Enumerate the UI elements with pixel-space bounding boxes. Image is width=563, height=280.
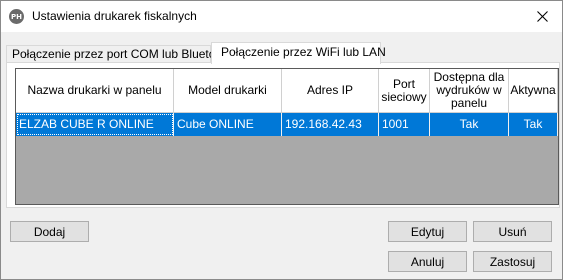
app-icon: PH [9,9,24,24]
column-header-ip[interactable]: Adres IP [282,69,379,113]
column-header-available[interactable]: Dostępna dla wydruków w panelu [430,69,509,113]
column-header-name[interactable]: Nazwa drukarki w panelu [16,69,174,113]
cancel-button[interactable]: Anuluj [388,251,467,272]
cell-name[interactable]: ELZAB CUBE R ONLINE [16,113,174,136]
close-icon [536,11,548,22]
settings-dialog: PH Ustawienia drukarek fiskalnych Połącz… [0,0,563,280]
cell-ip[interactable]: 192.168.42.43 [282,113,379,136]
cell-port[interactable]: 1001 [379,113,430,136]
tab-wifi-lan[interactable]: Połączenie przez WiFi lub LAN [211,42,386,64]
table-row[interactable]: ELZAB CUBE R ONLINE Cube ONLINE 192.168.… [16,113,558,136]
window-title: Ustawienia drukarek fiskalnych [32,9,197,23]
cell-available[interactable]: Tak [430,113,509,136]
tab-panel-wifi-lan: Nazwa drukarki w panelu Model drukarki A… [6,62,560,208]
apply-button[interactable]: Zastosuj [473,251,552,272]
column-header-model[interactable]: Model drukarki [174,69,282,113]
edit-button[interactable]: Edytuj [388,221,467,242]
grid-header: Nazwa drukarki w panelu Model drukarki A… [16,69,558,113]
cell-model[interactable]: Cube ONLINE [174,113,282,136]
title-bar: PH Ustawienia drukarek fiskalnych [1,1,562,32]
delete-button[interactable]: Usuń [473,221,552,242]
close-button[interactable] [522,1,562,32]
cell-active[interactable]: Tak [509,113,558,136]
add-button[interactable]: Dodaj [10,221,89,242]
column-header-active[interactable]: Aktywna [509,69,558,113]
printers-grid[interactable]: Nazwa drukarki w panelu Model drukarki A… [15,68,559,205]
column-header-port[interactable]: Port sieciowy [379,69,430,113]
